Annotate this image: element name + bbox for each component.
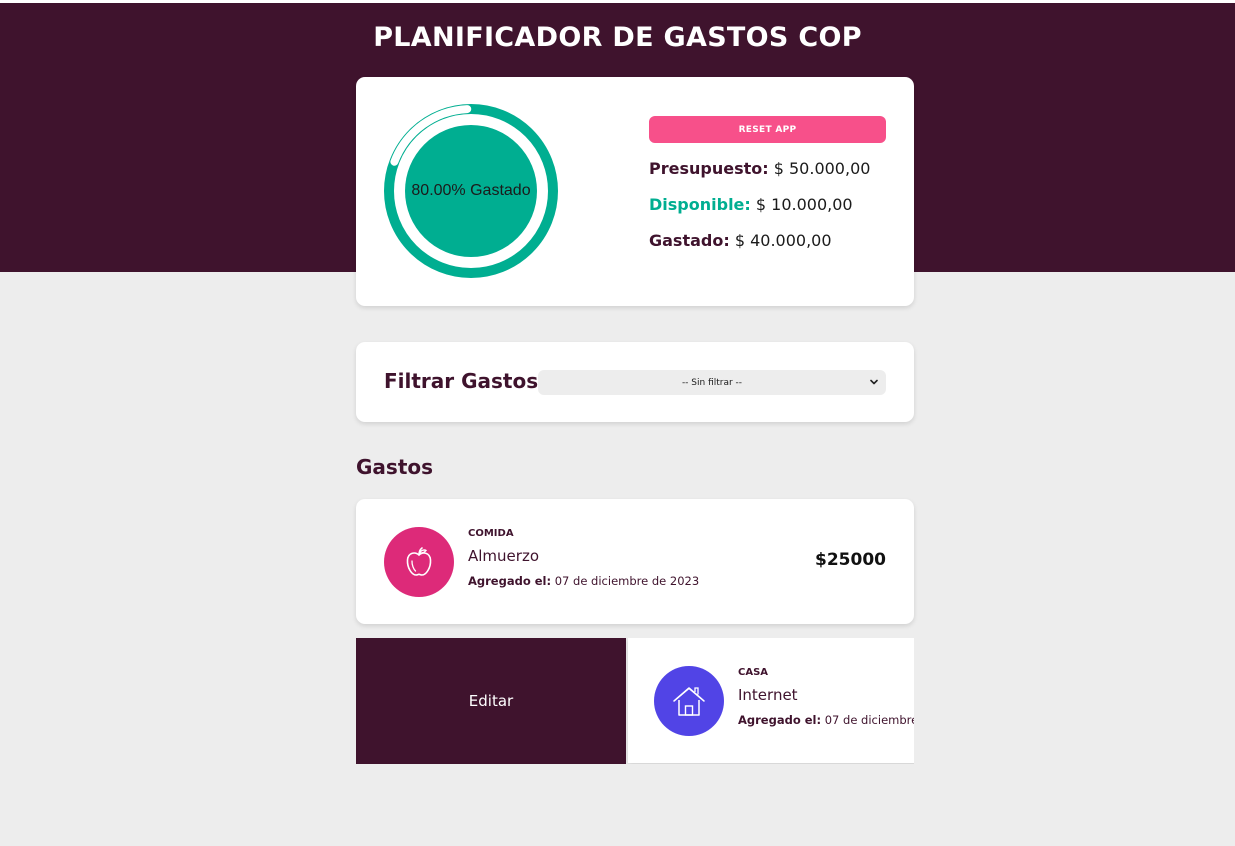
spent-progress-ring: 80.00% Gastado (384, 104, 558, 278)
category-filter-select[interactable]: -- Sin filtrar -- (538, 370, 886, 395)
category-badge (384, 527, 454, 597)
expense-amount: $25000 (815, 550, 886, 570)
app-title: PLANIFICADOR DE GASTOS COP (373, 22, 862, 53)
edit-button[interactable]: Editar (356, 638, 626, 764)
spent-stat: Gastado: $ 40.000,00 (649, 231, 832, 250)
date-label: Agregado el: (468, 574, 552, 588)
apple-icon (406, 547, 432, 576)
spent-label: Gastado: (649, 231, 730, 250)
house-icon (673, 687, 705, 716)
budget-card: 80.00% Gastado RESET APP Presupuesto: $ … (356, 77, 914, 306)
budget-value: $ 50.000,00 (773, 159, 871, 178)
expenses-title: Gastos (356, 455, 434, 479)
spent-value: $ 40.000,00 (734, 231, 832, 250)
budget-label: Presupuesto: (649, 159, 769, 178)
filter-label: Filtrar Gastos (384, 369, 539, 393)
filter-selected-value: -- Sin filtrar -- (681, 377, 743, 388)
percent-spent-label: 80.00% Gastado (411, 182, 531, 199)
reset-app-button[interactable]: RESET APP (649, 116, 886, 143)
expense-date: Agregado el: 07 de diciembre de 2023 (468, 574, 699, 588)
expense-item[interactable]: COMIDA Almuerzo Agregado el: 07 de dicie… (356, 499, 914, 624)
category-badge (654, 666, 724, 736)
date-label: Agregado el: (738, 713, 822, 727)
date-value: 07 de diciembre de 2023 (554, 574, 700, 588)
expense-date: Agregado el: 07 de diciembre de 2023 (738, 713, 914, 727)
swipe-row: Editar CASA Internet Agregado el: 07 de … (356, 638, 914, 764)
filter-card: Filtrar Gastos -- Sin filtrar -- (356, 342, 914, 422)
available-stat: Disponible: $ 10.000,00 (649, 195, 853, 214)
expense-name: Almuerzo (468, 547, 539, 565)
available-value: $ 10.000,00 (755, 195, 853, 214)
expense-category: COMIDA (468, 528, 514, 539)
date-value: 07 de diciembre de 2023 (824, 713, 914, 727)
expense-name: Internet (738, 686, 798, 704)
chevron-down-icon (870, 379, 878, 385)
expense-item[interactable]: CASA Internet Agregado el: 07 de diciemb… (628, 638, 914, 763)
expense-category: CASA (738, 667, 769, 678)
budget-stat: Presupuesto: $ 50.000,00 (649, 159, 870, 178)
available-label: Disponible: (649, 195, 751, 214)
